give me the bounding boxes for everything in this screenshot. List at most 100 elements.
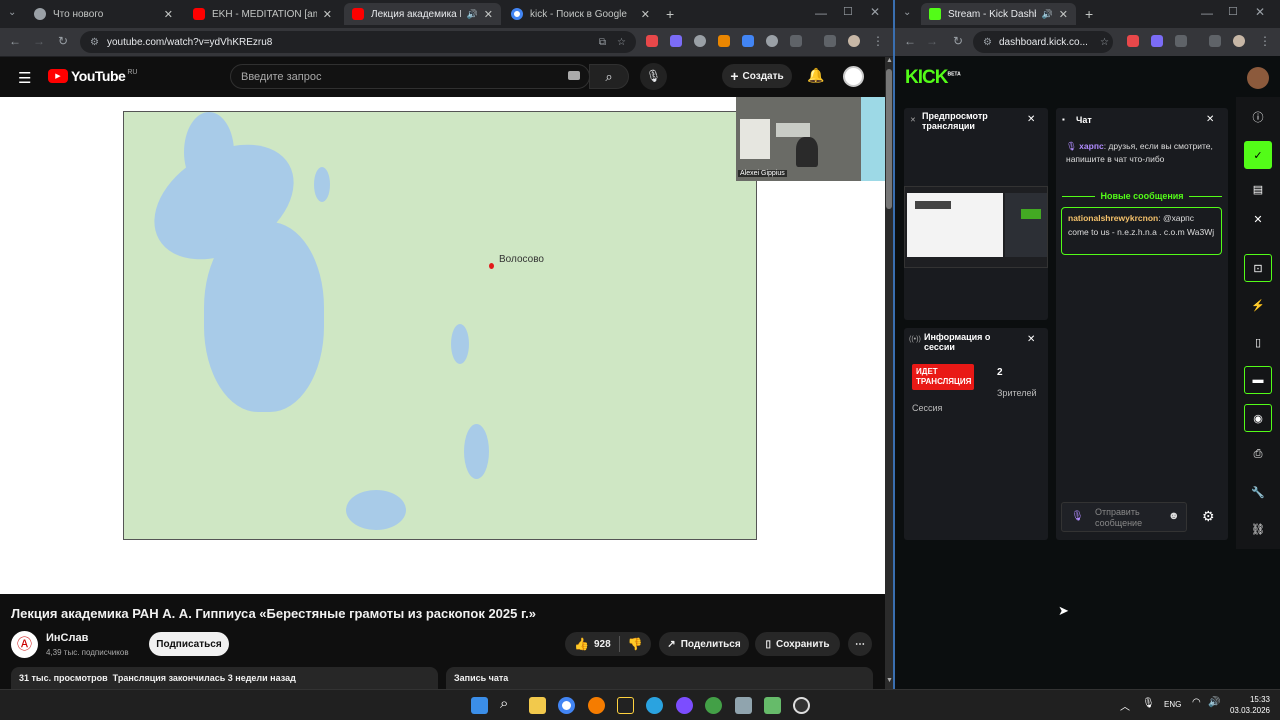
page-scrollbar[interactable]: ▲ ▼ [885,57,893,689]
speaker-icon[interactable]: 🔊 [467,9,478,20]
layout-icon[interactable]: ▤ [1244,175,1272,203]
forward-icon[interactable]: → [924,34,940,48]
like-button[interactable]: 👍 928 [565,637,611,651]
emoji-icon[interactable]: ☻ [1168,510,1180,522]
lightning-icon[interactable]: ⚡ [1244,291,1272,319]
back-icon[interactable]: ← [902,34,918,48]
chat-replay-box[interactable]: Запись чата [446,667,873,689]
forward-icon[interactable]: → [31,34,47,48]
close-panel-icon[interactable]: ✕ [1027,334,1035,345]
chat-username[interactable]: харпс [1079,141,1104,151]
chat-settings-icon[interactable]: ⚙ [1202,508,1215,525]
reload-icon[interactable]: ↻ [950,34,966,48]
extension-icon[interactable] [766,35,778,47]
tray-chevron-icon[interactable]: ︿ [1120,698,1130,713]
drag-handle-icon[interactable]: ✕ [910,116,916,124]
close-window-icon[interactable]: ✕ [870,5,880,19]
dislike-button[interactable]: 👎 [628,637,643,651]
close-icon[interactable]: ✕ [164,8,173,21]
avatar[interactable] [843,66,864,87]
keyboard-icon[interactable] [568,71,580,80]
profile-avatar-icon[interactable] [848,35,860,47]
install-icon[interactable]: ⧉ [599,37,606,48]
chat-icon[interactable]: ▬ [1244,366,1272,394]
scan-icon[interactable]: ⊡ [1244,254,1272,282]
link-icon[interactable]: ⛓ [1244,515,1272,543]
close-icon[interactable]: ✕ [641,8,650,21]
menu-dots-icon[interactable]: ⋮ [870,34,886,48]
info-icon[interactable]: ⓘ [1244,103,1272,131]
windows-start-icon[interactable] [471,697,488,714]
new-tab-button[interactable]: + [666,6,674,22]
file-explorer-icon[interactable] [529,697,546,714]
app-icon[interactable] [735,697,752,714]
extension-icon[interactable] [1151,35,1163,47]
site-info-icon[interactable]: ⚙ [983,37,992,48]
extension-icon[interactable] [694,35,706,47]
voice-search-button[interactable]: 🎙 [640,63,667,90]
close-icon[interactable]: ✕ [1244,205,1272,233]
extension-icon[interactable] [742,35,754,47]
extensions-puzzle-icon[interactable] [790,35,802,47]
tab-search-icon[interactable] [824,35,836,47]
wifi-icon[interactable]: ◠ [1192,697,1201,708]
notifications-bell-icon[interactable]: 🔔 [807,67,824,84]
close-window-icon[interactable]: ✕ [1255,5,1265,19]
extensions-puzzle-icon[interactable] [1175,35,1187,47]
app-icon[interactable] [676,697,693,714]
search-button[interactable]: ⌕ [589,64,629,89]
address-bar[interactable]: ⚙ youtube.com/watch?v=ydVhKREzru8 ⧉ ☆ [80,31,636,53]
close-icon[interactable]: ✕ [1059,8,1068,21]
chat-message[interactable]: 🎙 харпс: друзья, если вы смотрите, напиш… [1066,140,1216,166]
close-panel-icon[interactable]: ✕ [1027,114,1035,125]
scrollbar-thumb[interactable] [886,69,892,209]
back-icon[interactable]: ← [7,34,23,48]
more-actions-button[interactable]: ⋯ [848,632,872,656]
language-indicator[interactable]: ENG [1164,700,1181,709]
extension-icon[interactable] [718,35,730,47]
address-bar[interactable]: ⚙ dashboard.kick.co... ☆ [973,31,1113,53]
menu-dots-icon[interactable]: ⋮ [1257,34,1273,48]
app-icon[interactable] [764,697,781,714]
volume-icon[interactable]: 🔊 [1208,697,1220,708]
obs-icon[interactable] [793,697,810,714]
new-tab-button[interactable]: + [1085,6,1093,22]
create-button[interactable]: + Создать [722,64,792,88]
chat-message-highlight[interactable]: nationalshrewykrcnon: @харпс come to us … [1061,207,1222,255]
tab-search-icon[interactable]: ⌄ [8,7,16,18]
wrench-icon[interactable]: 🔧 [1244,478,1272,506]
minimize-icon[interactable]: — [815,6,827,20]
save-button[interactable]: ▯ Сохранить [755,632,840,656]
chrome-icon[interactable] [558,697,575,714]
chat-username[interactable]: nationalshrewykrcnon [1068,213,1158,223]
scroll-down-icon[interactable]: ▼ [886,677,893,684]
youtube-logo[interactable]: ▶ YouTube RU [48,68,137,84]
tab-search-icon[interactable]: ⌄ [903,7,911,18]
profile-avatar-icon[interactable] [1233,35,1245,47]
close-icon[interactable]: ✕ [484,8,493,21]
extension-icon[interactable] [670,35,682,47]
telegram-icon[interactable] [646,697,663,714]
scroll-up-icon[interactable]: ▲ [886,57,893,64]
extension-shield-icon[interactable] [646,35,658,47]
bookmark-star-icon[interactable]: ☆ [617,37,626,48]
avatar[interactable] [1247,67,1269,89]
channel-avatar[interactable]: Ⓐ [11,631,38,658]
site-info-icon[interactable]: ⚙ [90,37,99,48]
bookmark-star-icon[interactable]: ☆ [1100,37,1109,48]
clock[interactable]: 15:33 03.03.2026 [1222,694,1270,716]
subscribe-button[interactable]: Подписаться [149,632,229,656]
print-icon[interactable]: ⎙ [1244,440,1272,468]
maximize-icon[interactable]: ☐ [1228,5,1238,18]
tab-lecture[interactable]: Лекция академика РАН А. 🔊 ✕ [344,3,501,25]
search-icon[interactable]: ⌕ [500,695,517,712]
close-icon[interactable]: ✕ [323,8,332,21]
video-player[interactable]: Волосово Alexei Gippius [0,97,885,594]
broadcast-icon[interactable]: ◉ [1244,404,1272,432]
kick-logo[interactable]: KICKBETA [905,67,961,89]
tab-kick-dashboard[interactable]: Stream - Kick Dashboard 🔊 ✕ [921,3,1076,25]
share-button[interactable]: ↗ Поделиться [659,632,749,656]
tab-meditation[interactable]: EKH - MEDITATION [ambient] - ✕ [185,3,340,25]
microphone-icon[interactable]: 🎙 [1142,698,1155,709]
send-message-input[interactable]: 🎙 Отправить сообщение ☻ [1061,502,1187,532]
